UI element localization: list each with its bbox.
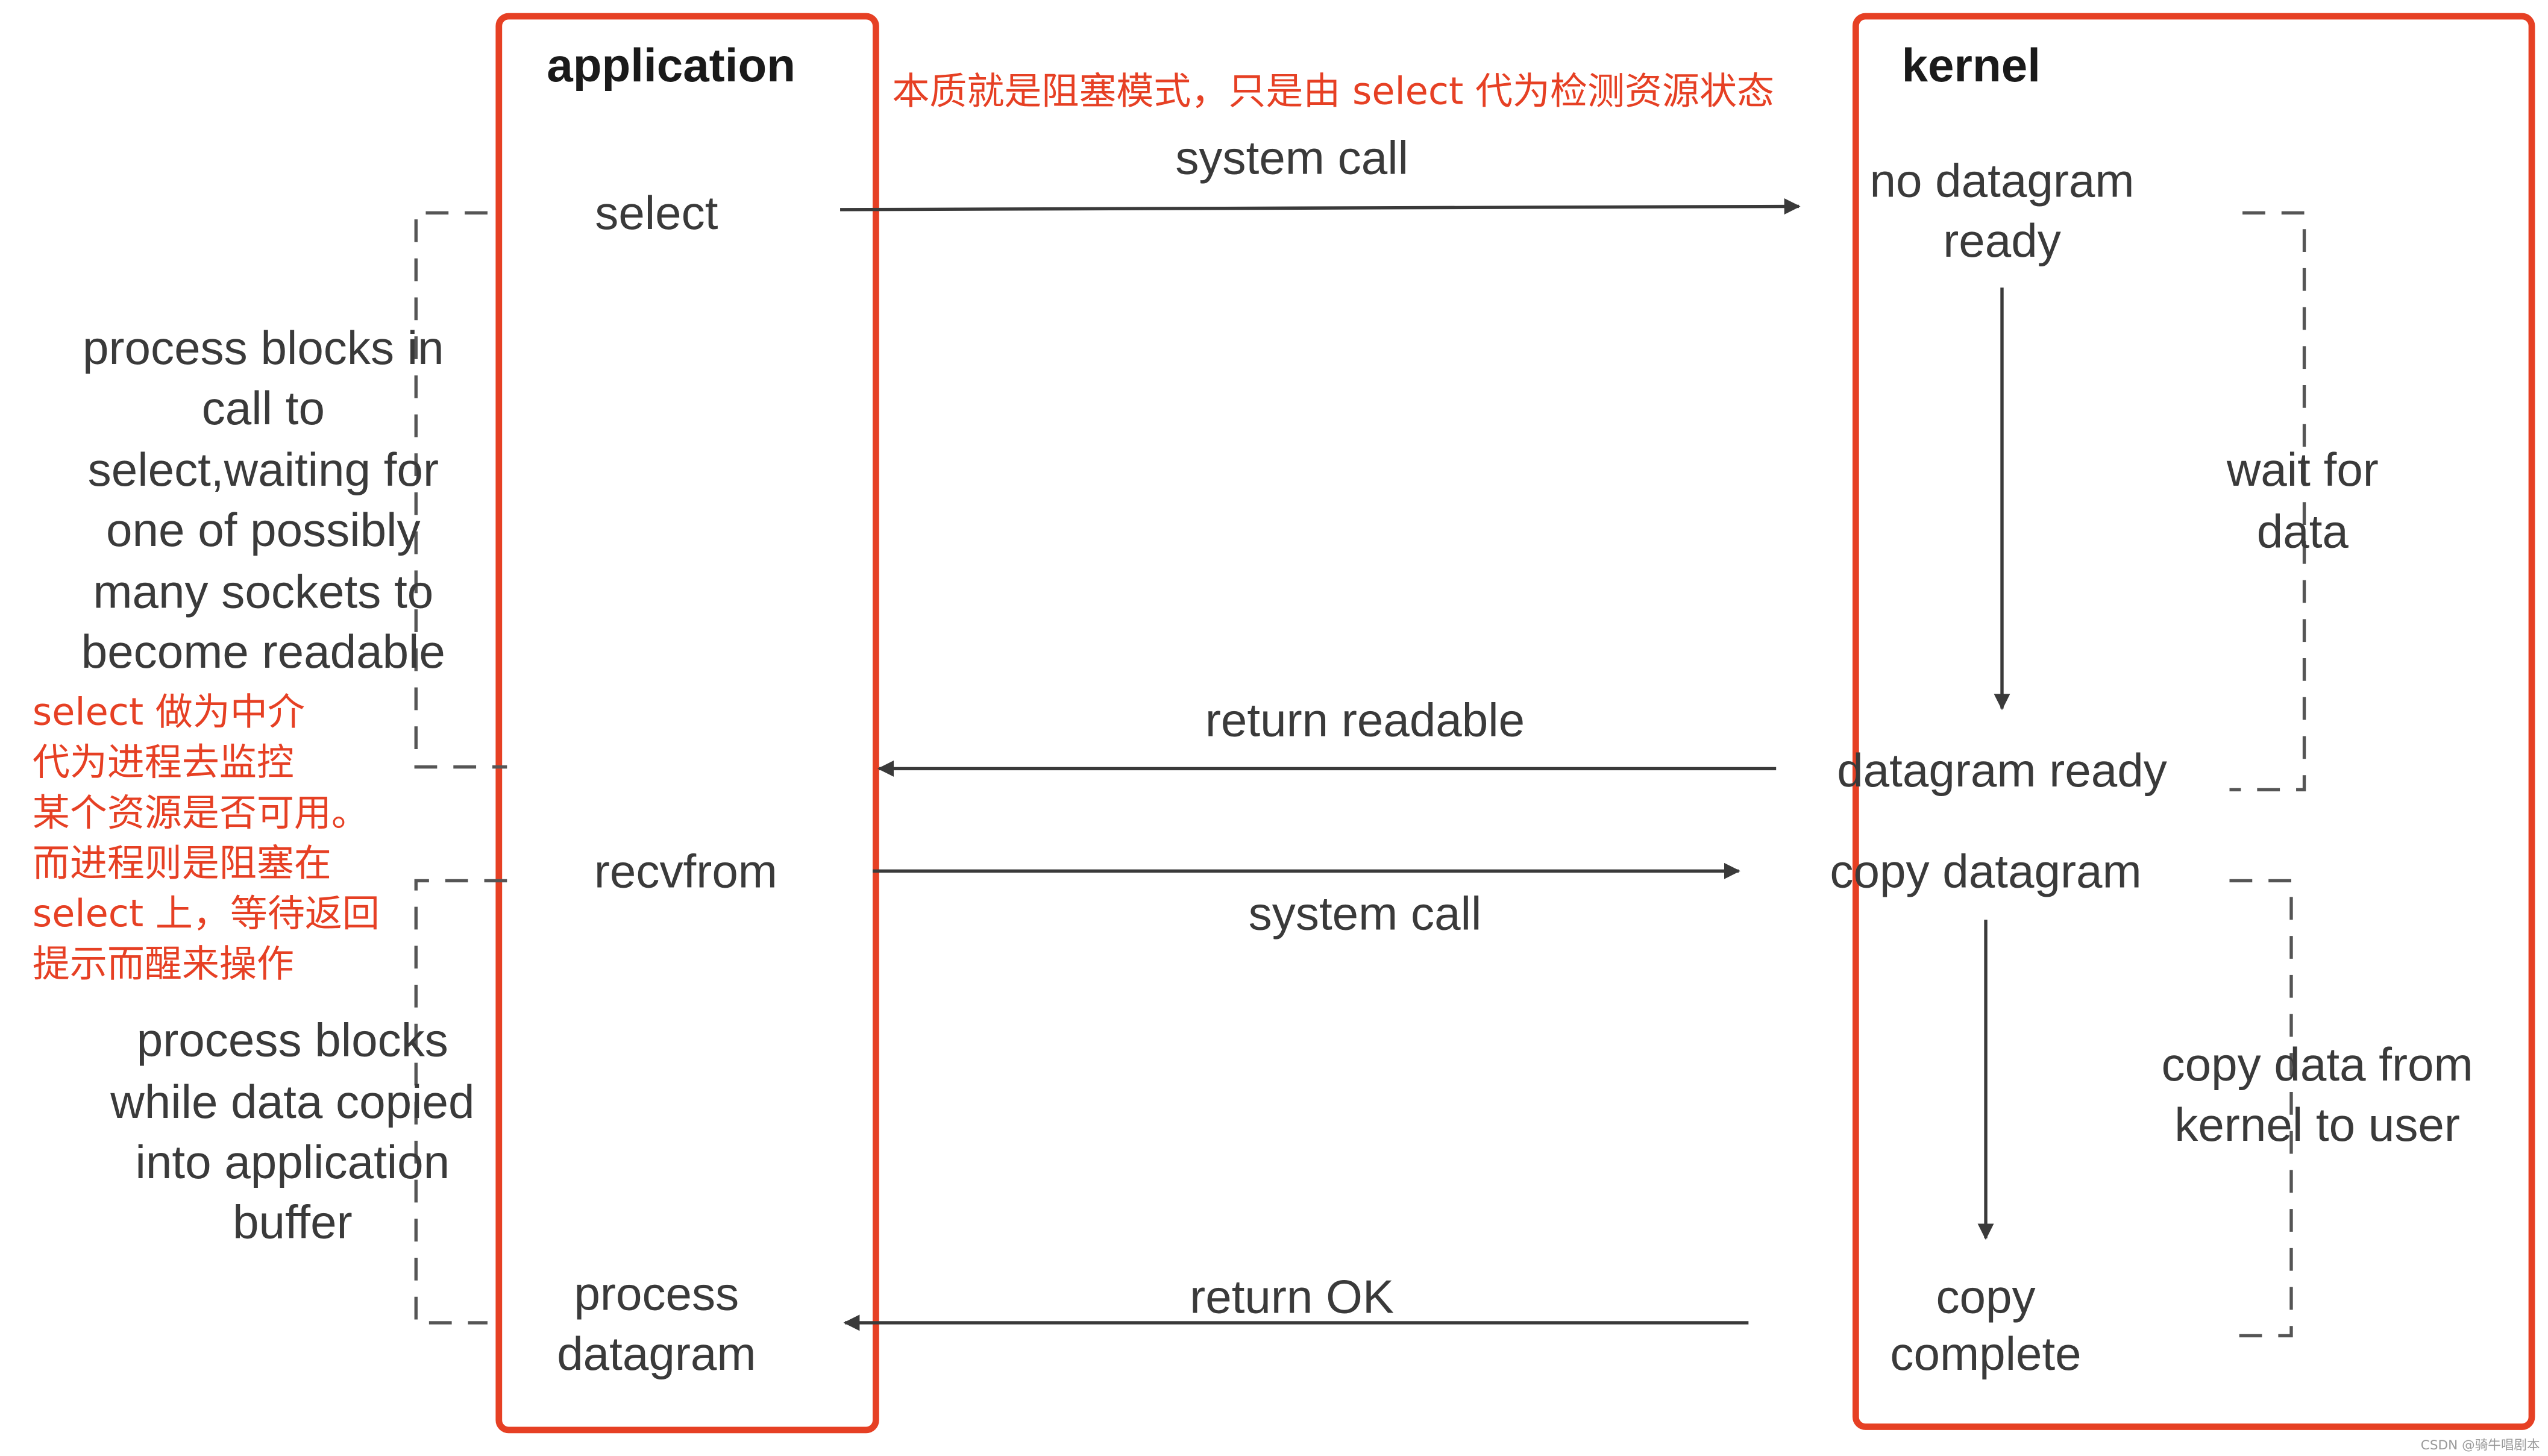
note-copy-data-line2: kernel to user: [2174, 1098, 2460, 1151]
annotation-top: 本质就是阻塞模式，只是由 select 代为检测资源状态: [892, 69, 1774, 113]
step-process-datagram-line2: datagram: [557, 1327, 756, 1380]
note-copy-data-line1: copy data from: [2162, 1038, 2473, 1091]
note-line: buffer: [233, 1196, 353, 1249]
label-system-call-2: system call: [1249, 886, 1482, 940]
note-line: one of possibly: [106, 503, 421, 556]
kernel-datagram-ready: datagram ready: [1837, 744, 2167, 797]
select-io-model-diagram: application kernel 本质就是阻塞模式，只是由 select 代…: [33, 13, 2540, 1453]
kernel-no-datagram-line2: ready: [1943, 214, 2061, 267]
arrow-system-call-1: [840, 198, 1801, 215]
annotation-line: select 上，等待返回: [33, 891, 380, 935]
bracket-right-wait: [2229, 211, 2306, 792]
note-line: while data copied: [110, 1075, 474, 1128]
annotation-left: select 做为中介 代为进程去监控 某个资源是否可用。 而进程则是阻塞在 s…: [33, 690, 380, 986]
step-select: select: [595, 186, 718, 239]
note-wait-for-data-line2: data: [2257, 505, 2349, 558]
watermark: CSDN @骑牛唱剧本: [2421, 1438, 2540, 1453]
annotation-line: 某个资源是否可用。: [33, 791, 369, 835]
step-recvfrom: recvfrom: [594, 844, 777, 897]
note-blocks-copy: process blocks while data copied into ap…: [110, 1014, 474, 1249]
note-line: many sockets to: [93, 565, 433, 618]
note-line: into application: [136, 1135, 450, 1188]
note-line: process blocks: [137, 1014, 448, 1067]
annotation-line: 代为进程去监控: [33, 740, 294, 784]
annotation-line: select 做为中介: [33, 690, 305, 734]
note-line: call to: [202, 381, 325, 435]
kernel-copy-complete-line1: copy: [1936, 1270, 2035, 1323]
kernel-copy-datagram: copy datagram: [1830, 844, 2141, 897]
annotation-line: 提示而醒来操作: [33, 942, 294, 986]
note-line: become readable: [81, 625, 445, 678]
note-line: select,waiting for: [88, 443, 439, 496]
label-return-ok: return OK: [1190, 1270, 1394, 1323]
annotation-line: 而进程则是阻塞在: [33, 841, 331, 885]
note-line: process blocks in: [83, 321, 444, 374]
label-system-call-1: system call: [1175, 131, 1408, 184]
note-wait-for-data-line1: wait for: [2226, 443, 2379, 496]
step-process-datagram-line1: process: [574, 1267, 739, 1320]
application-header: application: [547, 39, 795, 92]
kernel-copy-complete-line2: complete: [1890, 1327, 2081, 1380]
kernel-header: kernel: [1902, 39, 2041, 92]
kernel-no-datagram-line1: no datagram: [1869, 154, 2134, 207]
note-blocks-select: process blocks in call to select,waiting…: [81, 321, 445, 678]
label-return-readable: return readable: [1205, 693, 1525, 746]
